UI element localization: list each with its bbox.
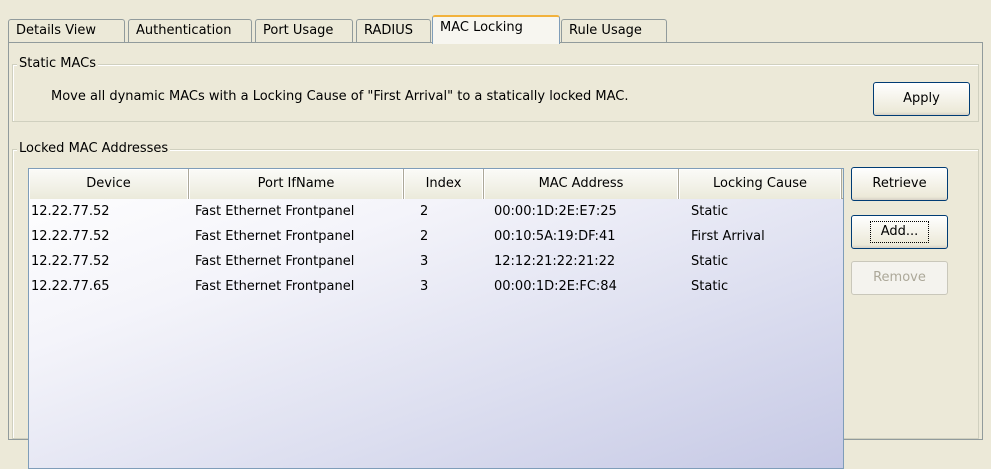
column-header-port-ifname[interactable]: Port IfName [189,169,404,199]
cell-port-ifname: Fast Ethernet Frontpanel [195,254,355,269]
cell-mac-address: 00:00:1D:2E:E7:25 [494,204,617,219]
tab-mac-locking[interactable]: MAC Locking [432,15,560,44]
cell-port-ifname: Fast Ethernet Frontpanel [195,229,355,244]
cell-device: 12.22.77.52 [31,254,110,269]
apply-button[interactable]: Apply [873,82,970,116]
cell-locking-cause: First Arrival [691,229,765,244]
tab-details-view[interactable]: Details View [8,19,125,43]
cell-port-ifname: Fast Ethernet Frontpanel [195,204,355,219]
locked-mac-table[interactable]: Device Port IfName Index MAC Address Loc… [28,168,844,469]
tab-content-panel: Static MACs Move all dynamic MACs with a… [8,42,983,469]
cell-locking-cause: Static [691,254,729,269]
tab-port-usage[interactable]: Port Usage [255,19,353,43]
static-macs-title: Static MACs [17,56,99,72]
cell-device: 12.22.77.52 [31,229,110,244]
table-row[interactable]: 12.22.77.65 Fast Ethernet Frontpanel 3 0… [29,274,843,299]
cell-locking-cause: Static [691,204,729,219]
cell-mac-address: 12:12:21:22:21:22 [494,254,616,269]
retrieve-button-label: Retrieve [872,176,927,191]
apply-button-label: Apply [903,91,940,106]
add-button-label: Add... [869,221,930,243]
cell-device: 12.22.77.65 [31,279,110,294]
table-header: Device Port IfName Index MAC Address Loc… [29,169,843,199]
add-button[interactable]: Add... [851,215,948,249]
column-header-index[interactable]: Index [404,169,484,199]
tab-rule-usage[interactable]: Rule Usage [561,19,667,43]
column-header-mac-address[interactable]: MAC Address [484,169,679,199]
cell-locking-cause: Static [691,279,729,294]
cell-port-ifname: Fast Ethernet Frontpanel [195,279,355,294]
cell-index: 2 [420,229,429,244]
table-row[interactable]: 12.22.77.52 Fast Ethernet Frontpanel 2 0… [29,199,843,224]
column-header-device[interactable]: Device [29,169,189,199]
cell-device: 12.22.77.52 [31,204,110,219]
tab-authentication[interactable]: Authentication [128,19,252,43]
static-macs-group: Static MACs Move all dynamic MACs with a… [12,56,979,122]
remove-button: Remove [851,261,948,295]
remove-button-label: Remove [873,270,926,285]
locked-mac-title: Locked MAC Addresses [17,141,171,157]
retrieve-button[interactable]: Retrieve [851,167,948,201]
cell-mac-address: 00:10:5A:19:DF:41 [494,229,616,244]
static-macs-description: Move all dynamic MACs with a Locking Cau… [51,89,629,104]
tab-radius[interactable]: RADIUS [356,19,431,43]
table-row[interactable]: 12.22.77.52 Fast Ethernet Frontpanel 3 1… [29,249,843,274]
cell-index: 2 [420,204,429,219]
cell-index: 3 [420,254,429,269]
column-header-locking-cause[interactable]: Locking Cause [679,169,842,199]
cell-mac-address: 00:00:1D:2E:FC:84 [494,279,617,294]
cell-index: 3 [420,279,429,294]
table-row[interactable]: 12.22.77.52 Fast Ethernet Frontpanel 2 0… [29,224,843,249]
